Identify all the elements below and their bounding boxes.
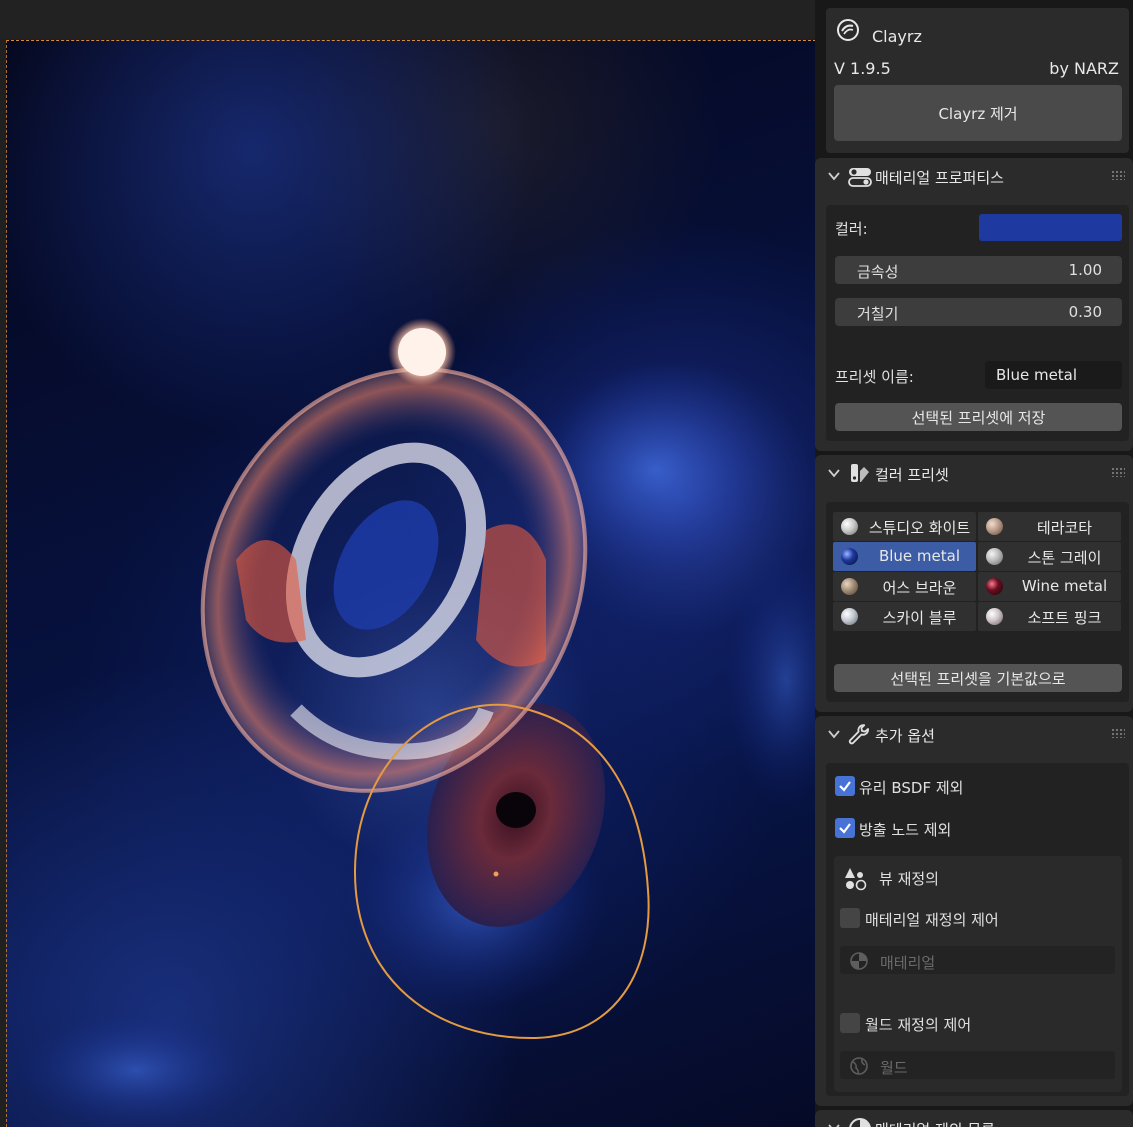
material-field[interactable]: 매테리얼: [839, 945, 1116, 975]
drag-grip-icon[interactable]: [1111, 728, 1125, 738]
viewport-header: [0, 0, 815, 38]
preset-ball-icon: [986, 608, 1003, 625]
view-override-icon: [845, 868, 867, 891]
addon-author: by NARZ: [1049, 59, 1119, 78]
extra-options-section: 추가 옵션 유리 BSDF 제외 방출 노드 제외 뷰 재정의 매테리얼 재정의…: [815, 716, 1133, 1106]
extra-options-title: 추가 옵션: [875, 727, 935, 745]
chevron-down-icon: [828, 172, 840, 181]
metallic-slider[interactable]: 금속성 1.00: [835, 256, 1122, 284]
preset-studio-white[interactable]: 스튜디오 화이트: [833, 512, 976, 541]
view-override-title: 뷰 재정의: [879, 870, 939, 888]
preset-ball-icon: [841, 608, 858, 625]
preset-terracotta[interactable]: 테라코타: [978, 512, 1121, 541]
chevron-down-icon: [828, 469, 840, 478]
material-field-placeholder: 매테리얼: [880, 954, 936, 972]
preset-label: 스톤 그레이: [1027, 549, 1102, 567]
material-exclusion-section: 매테리얼 제외 목록: [815, 1110, 1133, 1127]
exclude-glass-label: 유리 BSDF 제외: [859, 779, 964, 797]
reset-preset-button[interactable]: 선택된 프리셋을 기본값으로: [834, 664, 1122, 692]
material-override-label: 매테리얼 재정의 제어: [865, 911, 999, 929]
preset-ball-icon: [986, 578, 1003, 595]
material-properties-body: 컬러: 금속성 1.00 거칠기 0.30 프리셋 이름: Blue metal…: [826, 205, 1129, 441]
material-icon: [850, 952, 868, 970]
world-override-label: 월드 재정의 제어: [865, 1016, 972, 1034]
material-exclusion-header[interactable]: 매테리얼 제외 목록: [815, 1110, 1133, 1127]
exclude-glass-checkbox[interactable]: [835, 776, 855, 796]
render-preview[interactable]: [6, 40, 815, 1127]
preset-ball-icon: [986, 548, 1003, 565]
3d-viewport[interactable]: [0, 0, 815, 1127]
exclude-emission-label: 방출 노드 제외: [859, 821, 952, 839]
exclude-emission-checkbox[interactable]: [835, 818, 855, 838]
color-swatches-icon: [851, 464, 869, 482]
preset-earth-brown[interactable]: 어스 브라운: [833, 572, 976, 601]
sidebar-panel: Clayrz V 1.9.5 by NARZ Clayrz 제거 매테리얼 프로…: [815, 0, 1133, 1127]
addon-version: V 1.9.5: [834, 59, 891, 78]
metallic-value: 1.00: [1068, 261, 1102, 279]
preset-label: 스카이 블루: [882, 609, 957, 627]
color-label: 컬러:: [835, 220, 868, 238]
checkmark-icon: [839, 781, 851, 792]
world-globe-icon: [850, 1057, 868, 1075]
view-override-box: 뷰 재정의 매테리얼 재정의 제어 매테리얼 월드 재정의 제어 월드: [834, 856, 1122, 1092]
world-field[interactable]: 월드: [839, 1050, 1116, 1080]
material-icon: [849, 1118, 871, 1127]
drag-grip-icon[interactable]: [1111, 170, 1125, 180]
preset-label: 소프트 핑크: [1027, 609, 1102, 627]
preset-soft-pink[interactable]: 소프트 핑크: [978, 602, 1121, 631]
checkmark-icon: [839, 823, 851, 834]
preset-sky-blue[interactable]: 스카이 블루: [833, 602, 976, 631]
preset-name-value: Blue metal: [996, 366, 1078, 384]
preset-grid: 스튜디오 화이트 테라코타 Blue metal 스톤 그레이 어스 브라운 W…: [833, 512, 1122, 632]
drag-grip-icon[interactable]: [1111, 467, 1125, 477]
toggle-properties-icon: [848, 168, 872, 187]
preset-label: 테라코타: [1036, 519, 1093, 537]
chevron-down-icon: [828, 730, 840, 739]
wrench-icon: [848, 724, 869, 745]
render-scene: [16, 318, 815, 1127]
preset-ball-icon: [841, 578, 858, 595]
preset-blue-metal[interactable]: Blue metal: [833, 542, 976, 571]
remove-clayrz-button[interactable]: Clayrz 제거: [834, 85, 1122, 141]
preset-ball-icon: [841, 518, 858, 535]
preset-ball-icon: [841, 548, 858, 565]
material-properties-header[interactable]: 매테리얼 프로퍼티스: [815, 158, 1133, 196]
metallic-label: 금속성: [857, 263, 899, 281]
preset-wine-metal[interactable]: Wine metal: [978, 572, 1121, 601]
preset-stone-gray[interactable]: 스톤 그레이: [978, 542, 1121, 571]
color-swatch[interactable]: [979, 214, 1122, 241]
preset-label: 어스 브라운: [882, 579, 957, 597]
material-exclusion-title: 매테리얼 제외 목록: [875, 1119, 995, 1127]
save-to-preset-button[interactable]: 선택된 프리셋에 저장: [835, 403, 1122, 431]
material-properties-section: 매테리얼 프로퍼티스 컬러: 금속성 1.00 거칠기 0.30 프리셋 이름:…: [815, 158, 1133, 451]
addon-title: Clayrz: [872, 27, 922, 46]
color-presets-header[interactable]: 컬러 프리셋: [815, 455, 1133, 493]
preset-label: Wine metal: [1021, 577, 1108, 595]
extra-options-header[interactable]: 추가 옵션: [815, 716, 1133, 754]
world-override-checkbox[interactable]: [840, 1013, 860, 1033]
color-presets-title: 컬러 프리셋: [875, 466, 949, 484]
roughness-slider[interactable]: 거칠기 0.30: [835, 298, 1122, 326]
color-presets-section: 컬러 프리셋 스튜디오 화이트 테라코타 Blue metal 스톤 그레이 어…: [815, 455, 1133, 712]
preset-name-input[interactable]: Blue metal: [985, 361, 1122, 389]
clayrz-logo-icon: [837, 19, 859, 41]
material-override-checkbox[interactable]: [840, 908, 860, 928]
preset-ball-icon: [986, 518, 1003, 535]
world-field-placeholder: 월드: [880, 1059, 908, 1077]
roughness-label: 거칠기: [857, 305, 899, 323]
preset-name-label: 프리셋 이름:: [835, 368, 914, 386]
chevron-down-icon: [828, 1124, 840, 1127]
preset-label: Blue metal: [878, 547, 961, 565]
preset-label: 스튜디오 화이트: [868, 519, 971, 537]
roughness-value: 0.30: [1068, 303, 1102, 321]
addon-header: Clayrz V 1.9.5 by NARZ Clayrz 제거: [826, 8, 1129, 153]
material-properties-title: 매테리얼 프로퍼티스: [875, 169, 1004, 187]
